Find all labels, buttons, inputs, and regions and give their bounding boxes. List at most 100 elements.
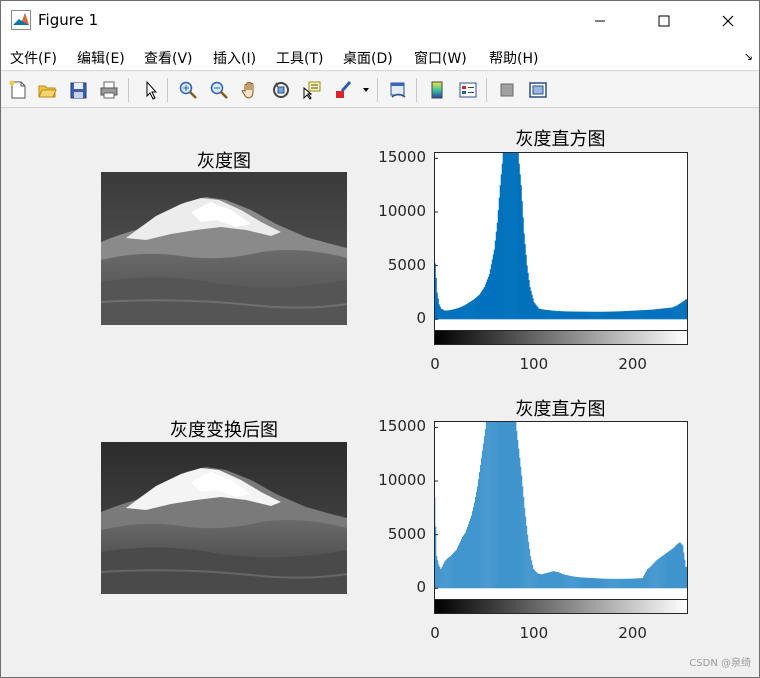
histogram-bar (457, 547, 458, 589)
histogram-bar (465, 532, 466, 589)
histogram-bar (575, 576, 577, 589)
histogram-bar (628, 578, 629, 589)
histogram-bar (485, 422, 487, 589)
histogram-bar (459, 543, 460, 589)
histogram-bar (631, 578, 632, 589)
histogram-bar (544, 573, 545, 589)
menu-file[interactable]: 文件(F) (10, 48, 57, 68)
menu-desktop[interactable]: 桌面(D) (343, 48, 393, 68)
histogram-axes-top (434, 152, 688, 331)
rotate-button[interactable] (268, 77, 294, 103)
histogram-bar (630, 578, 631, 589)
dock-arrow-icon[interactable]: ↘ (744, 50, 753, 63)
histogram-bar (477, 486, 478, 589)
histogram-bar (562, 574, 564, 589)
histogram-bar (656, 559, 658, 589)
histogram-bar (666, 552, 668, 589)
minimize-button[interactable] (577, 1, 623, 41)
histogram-bar (460, 541, 461, 589)
histogram-bar (613, 578, 615, 589)
histogram-bar (627, 578, 628, 589)
histogram-bar (573, 576, 575, 589)
maximize-button[interactable] (641, 1, 687, 41)
pan-button[interactable] (237, 77, 263, 103)
histogram-bar (623, 578, 624, 589)
histogram-bar (509, 422, 511, 589)
histogram-bar (505, 422, 507, 589)
histogram-bar (675, 545, 677, 589)
close-button[interactable] (705, 1, 751, 41)
histogram-bar (650, 565, 652, 589)
open-folder-icon (38, 85, 57, 98)
insert-legend-button[interactable] (455, 77, 481, 103)
histogram-bar (644, 574, 645, 589)
zoom-out-icon (210, 81, 228, 99)
histogram-bar (674, 546, 676, 589)
histogram-bar (558, 572, 559, 589)
hide-plot-tools-button[interactable] (494, 77, 520, 103)
link-plot-button[interactable] (385, 77, 411, 103)
open-button[interactable] (34, 77, 60, 103)
brush-dropdown[interactable] (359, 77, 373, 103)
histogram-bar (651, 564, 653, 589)
new-figure-button[interactable] (5, 77, 31, 103)
histogram-bar (557, 571, 558, 589)
menu-edit[interactable]: 编辑(E) (77, 48, 125, 68)
x-tick-label: 200 (618, 624, 647, 642)
histogram-bar (657, 558, 659, 589)
histogram-bar (530, 556, 532, 589)
menu-window[interactable]: 窗口(W) (414, 48, 467, 68)
histogram-bar (643, 576, 644, 589)
figure-window: Figure 1 文件(F) 编辑(E) 查看(V) 插入(I) 工具(T) 桌… (0, 0, 760, 678)
histogram-bar (589, 577, 591, 589)
menu-help[interactable]: 帮助(H) (489, 48, 538, 68)
histogram-bar (517, 439, 519, 589)
histogram-bar (441, 567, 443, 589)
histogram-bar (585, 577, 587, 589)
menu-insert[interactable]: 插入(I) (213, 48, 256, 68)
brush-button[interactable] (330, 77, 356, 103)
print-button[interactable] (96, 77, 122, 103)
histogram-bar (541, 574, 542, 589)
histogram-bar (668, 551, 670, 589)
insert-colorbar-button[interactable] (424, 77, 450, 103)
histogram-bar (498, 422, 500, 589)
gray-colorbar-top (434, 330, 688, 345)
histogram-bar (489, 422, 491, 589)
minimize-icon (595, 20, 605, 22)
show-plot-tools-button[interactable] (525, 77, 551, 103)
zoom-out-button[interactable] (206, 77, 232, 103)
histogram-bar (470, 518, 471, 589)
histogram-bar (456, 549, 457, 589)
histogram-title-top: 灰度直方图 (515, 129, 606, 150)
histogram-bar (602, 578, 604, 589)
pointer-icon (146, 80, 158, 100)
y-tick-label: 15000 (378, 148, 426, 167)
histogram-bar (458, 545, 459, 589)
histogram-bar (680, 543, 682, 589)
menu-tools[interactable]: 工具(T) (276, 48, 323, 68)
histogram-bar (463, 535, 464, 589)
zoom-in-button[interactable] (175, 77, 201, 103)
image-title-gray: 灰度图 (197, 151, 251, 172)
histogram-bar (521, 475, 523, 589)
x-tick-label: 0 (430, 355, 440, 373)
menu-view[interactable]: 查看(V) (144, 48, 193, 68)
data-cursor-button[interactable] (299, 77, 325, 103)
histogram-bar (488, 422, 490, 589)
y-tick-label: 0 (416, 578, 426, 597)
histogram-bar (479, 464, 481, 589)
gray-colorbar-bottom (434, 599, 688, 614)
histogram-bar (617, 578, 619, 589)
histogram-bar (648, 567, 650, 589)
histogram-bar (503, 422, 505, 589)
histogram-bar (464, 533, 465, 589)
histogram-bar (437, 560, 439, 589)
histogram-bar (676, 544, 678, 589)
histogram-bar (642, 578, 643, 589)
save-button[interactable] (65, 77, 91, 103)
histogram-bar (564, 574, 566, 589)
histogram-bar (641, 578, 642, 589)
edit-plot-button[interactable] (138, 77, 164, 103)
histogram-bar (567, 575, 569, 589)
